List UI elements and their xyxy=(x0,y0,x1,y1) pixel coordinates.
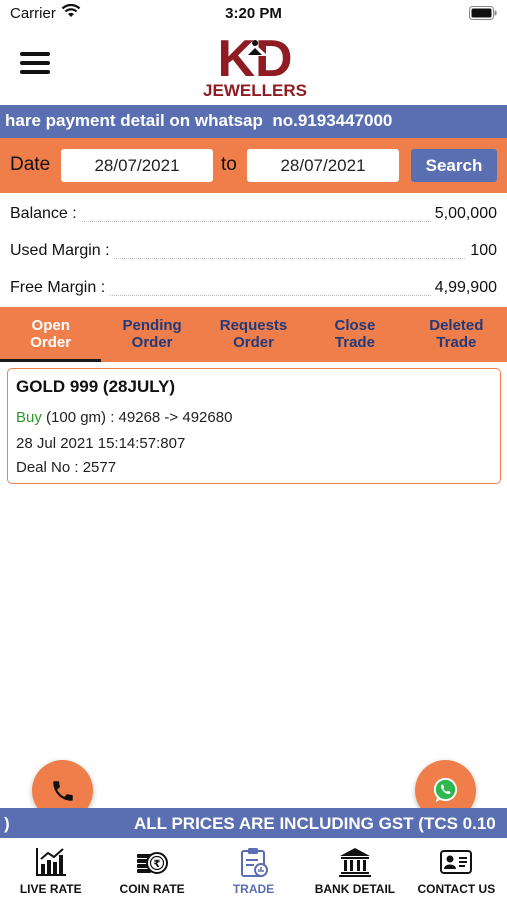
to-label: to xyxy=(221,154,237,175)
tab-deleted-trade[interactable]: Deleted Trade xyxy=(406,307,507,362)
tab-label-line1: Close xyxy=(334,317,376,334)
nav-label: CONTACT US xyxy=(417,882,496,896)
logo-mark: KD xyxy=(217,30,292,88)
balance-value: 5,00,000 xyxy=(430,205,497,223)
free-margin-row: Free Margin : 4,99,900 xyxy=(10,279,497,301)
status-bar: Carrier 3:20 PM xyxy=(0,0,507,28)
order-trade-line: Buy (100 gm) : 49268 -> 492680 xyxy=(16,409,232,426)
date-label: Date xyxy=(10,154,51,175)
tab-label-line1: Open xyxy=(31,317,70,334)
bank-icon xyxy=(338,848,371,877)
order-trade-detail: (100 gm) : 49268 -> 492680 xyxy=(41,409,233,426)
nav-bank-detail[interactable]: BANK DETAIL xyxy=(304,838,405,900)
date-filter-bar: Date to Search xyxy=(0,138,507,193)
nav-label: TRADE xyxy=(232,882,275,896)
gst-marquee: ) ALL PRICES ARE INCLUDING GST (TCS 0.10 xyxy=(0,808,507,838)
marquee-text: hare payment detail on whatsap no.919344… xyxy=(5,111,393,130)
tab-pending-order[interactable]: Pending Order xyxy=(101,307,202,362)
contact-card-icon xyxy=(440,850,473,874)
battery-icon xyxy=(469,6,497,20)
tab-label-line1: Pending xyxy=(122,317,182,334)
used-margin-value: 100 xyxy=(466,242,497,260)
status-time: 3:20 PM xyxy=(225,5,282,22)
nav-label: LIVE RATE xyxy=(19,882,82,896)
menu-bar-icon xyxy=(20,70,50,74)
coins-icon: ₹ xyxy=(137,852,169,874)
order-title: GOLD 999 (28JULY) xyxy=(16,377,176,396)
tab-label-line2: Order xyxy=(233,334,274,351)
to-date-field[interactable] xyxy=(247,149,399,182)
menu-bar-icon xyxy=(20,61,50,65)
from-date-field[interactable] xyxy=(61,149,213,182)
search-button[interactable]: Search xyxy=(411,149,497,182)
order-deal-number: Deal No : 2577 xyxy=(16,459,117,476)
chart-icon xyxy=(35,848,66,876)
menu-button[interactable] xyxy=(20,52,50,78)
free-margin-value: 4,99,900 xyxy=(430,279,497,297)
tab-label-line2: Order xyxy=(30,334,72,351)
nav-label: BANK DETAIL xyxy=(314,882,396,896)
marquee-lead-text: ) xyxy=(4,814,10,833)
whatsapp-icon xyxy=(433,777,458,803)
app-header: KD JEWELLERS xyxy=(0,28,507,104)
tab-label-line2: Order xyxy=(131,334,173,351)
nav-contact-us[interactable]: CONTACT US xyxy=(406,838,507,900)
tab-label-line2: Trade xyxy=(436,334,477,351)
logo-subtitle: JEWELLERS xyxy=(203,81,307,100)
nav-live-rate[interactable]: LIVE RATE xyxy=(0,838,101,900)
tab-label-line1: Deleted xyxy=(429,317,484,334)
balance-row: Balance : 5,00,000 xyxy=(10,205,497,227)
order-datetime: 28 Jul 2021 15:14:57:807 xyxy=(16,435,186,452)
order-side-label: Buy xyxy=(16,409,42,426)
trade-clipboard-icon xyxy=(240,848,268,877)
phone-icon xyxy=(53,781,73,801)
kd-jewellers-logo: KD JEWELLERS xyxy=(203,30,307,100)
order-tabs: Open Order Pending Order Requests Order … xyxy=(0,307,507,362)
announcement-marquee: hare payment detail on whatsap no.919344… xyxy=(0,105,507,138)
tab-label-line1: Requests xyxy=(219,317,288,334)
bottom-nav: LIVE RATE ₹ COIN RATE TRADE BANK DETAIL … xyxy=(0,838,507,900)
used-margin-label: Used Margin : xyxy=(10,242,114,260)
dotted-leader xyxy=(10,221,497,222)
tab-open-order[interactable]: Open Order xyxy=(0,307,102,362)
tab-requests-order[interactable]: Requests Order xyxy=(203,307,304,362)
order-card[interactable]: GOLD 999 (28JULY) Buy (100 gm) : 49268 -… xyxy=(7,368,501,484)
menu-bar-icon xyxy=(20,52,50,56)
nav-trade[interactable]: TRADE xyxy=(203,838,304,900)
nav-coin-rate[interactable]: ₹ COIN RATE xyxy=(101,838,202,900)
free-margin-label: Free Margin : xyxy=(10,279,110,297)
tab-close-trade[interactable]: Close Trade xyxy=(304,307,405,362)
tab-label-line2: Trade xyxy=(334,334,375,351)
used-margin-row: Used Margin : 100 xyxy=(10,242,497,264)
svg-text:₹: ₹ xyxy=(154,859,161,870)
marquee-text: ALL PRICES ARE INCLUDING GST (TCS 0.10 xyxy=(134,814,496,833)
balance-label: Balance : xyxy=(10,205,81,223)
nav-label: COIN RATE xyxy=(119,882,185,896)
